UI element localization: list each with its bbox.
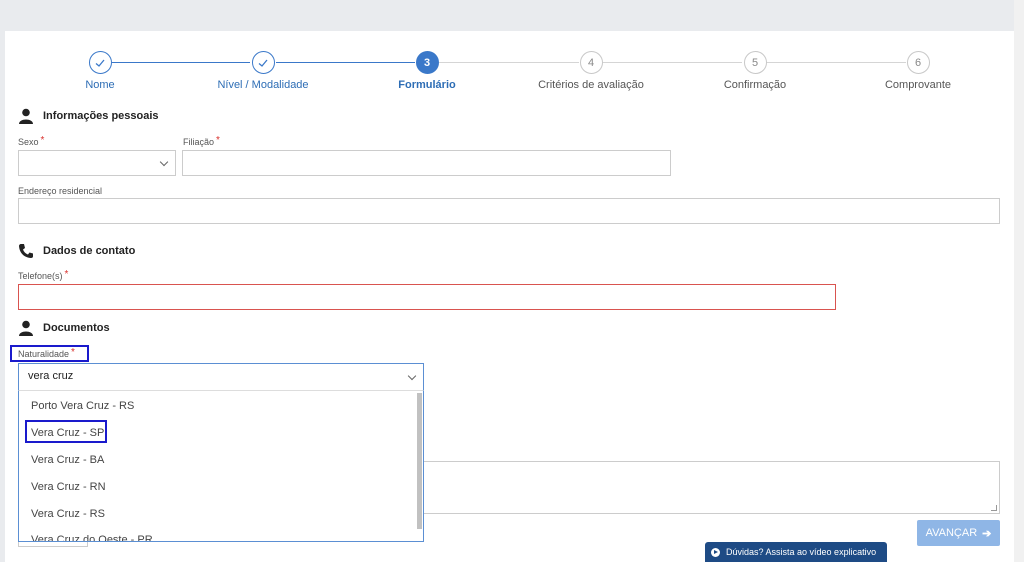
step-label: Nível / Modalidade [217, 79, 309, 91]
telefone-label: Telefone(s) * [18, 269, 69, 281]
step-label: Formulário [398, 79, 456, 91]
dropdown-option[interactable]: Vera Cruz - BA [31, 454, 104, 466]
naturalidade-select[interactable]: vera cruz [18, 363, 424, 391]
step-comprovante[interactable]: 6 Comprovante [858, 51, 978, 91]
dropdown-option[interactable]: Vera Cruz - RS [31, 508, 105, 520]
section-title: Informações pessoais [43, 110, 159, 122]
filiacao-label: Filiação * [183, 135, 220, 147]
phone-icon [19, 244, 33, 258]
step-formulario[interactable]: 3 Formulário [367, 51, 487, 91]
avancar-button[interactable]: AVANÇAR ➔ [917, 520, 1000, 546]
avancar-label: AVANÇAR [925, 527, 978, 539]
page-scrollbar[interactable] [1014, 0, 1024, 562]
step-number: 5 [743, 51, 767, 74]
sexo-label: Sexo * [18, 135, 45, 147]
step-label: Nome [85, 79, 115, 91]
highlight-box-label [10, 345, 89, 362]
dropdown-option[interactable]: Porto Vera Cruz - RS [31, 400, 134, 412]
section-personal-info: Informações pessoais [18, 108, 159, 124]
arrow-right-icon: ➔ [982, 527, 992, 540]
step-criterios[interactable]: 4 Critérios de avaliação [531, 51, 651, 91]
section-title: Documentos [43, 322, 110, 334]
chevron-down-icon [159, 157, 169, 167]
textarea-field[interactable] [422, 461, 1000, 514]
help-video-button[interactable]: Dúvidas? Assista ao vídeo explicativo [705, 542, 887, 562]
user-icon [19, 320, 33, 336]
help-label: Dúvidas? Assista ao vídeo explicativo [726, 547, 877, 557]
step-confirmacao[interactable]: 5 Confirmação [695, 51, 815, 91]
section-title: Dados de contato [43, 245, 136, 257]
telefone-input[interactable] [18, 284, 836, 310]
dropdown-option[interactable]: Vera Cruz do Oeste - PR [31, 534, 153, 541]
dropdown-scrollbar[interactable] [417, 393, 422, 529]
step-label: Comprovante [884, 79, 952, 91]
section-documents: Documentos [18, 320, 110, 336]
highlight-box-option [25, 420, 107, 443]
user-icon [19, 108, 33, 124]
step-number: 4 [579, 51, 603, 74]
step-number: 6 [906, 51, 930, 74]
naturalidade-search-value: vera cruz [28, 370, 74, 382]
endereco-label: Endereço residencial [18, 186, 103, 196]
check-icon [88, 51, 112, 74]
step-number: 3 [415, 51, 439, 74]
endereco-input[interactable] [18, 198, 1000, 224]
resize-grip-icon[interactable] [991, 505, 997, 511]
check-icon [251, 51, 275, 74]
chevron-down-icon [407, 371, 417, 381]
sexo-select[interactable] [18, 150, 176, 176]
play-icon [711, 547, 720, 557]
filiacao-input[interactable] [182, 150, 671, 176]
section-contact: Dados de contato [18, 243, 135, 259]
dropdown-option[interactable]: Vera Cruz - RN [31, 481, 106, 493]
step-nome[interactable]: Nome [40, 51, 160, 91]
naturalidade-dropdown-list[interactable]: Porto Vera Cruz - RS Vera Cruz - SP Vera… [18, 390, 424, 542]
step-nivel-modalidade[interactable]: Nível / Modalidade [203, 51, 323, 91]
step-label: Confirmação [723, 79, 787, 91]
step-label: Critérios de avaliação [538, 79, 644, 91]
